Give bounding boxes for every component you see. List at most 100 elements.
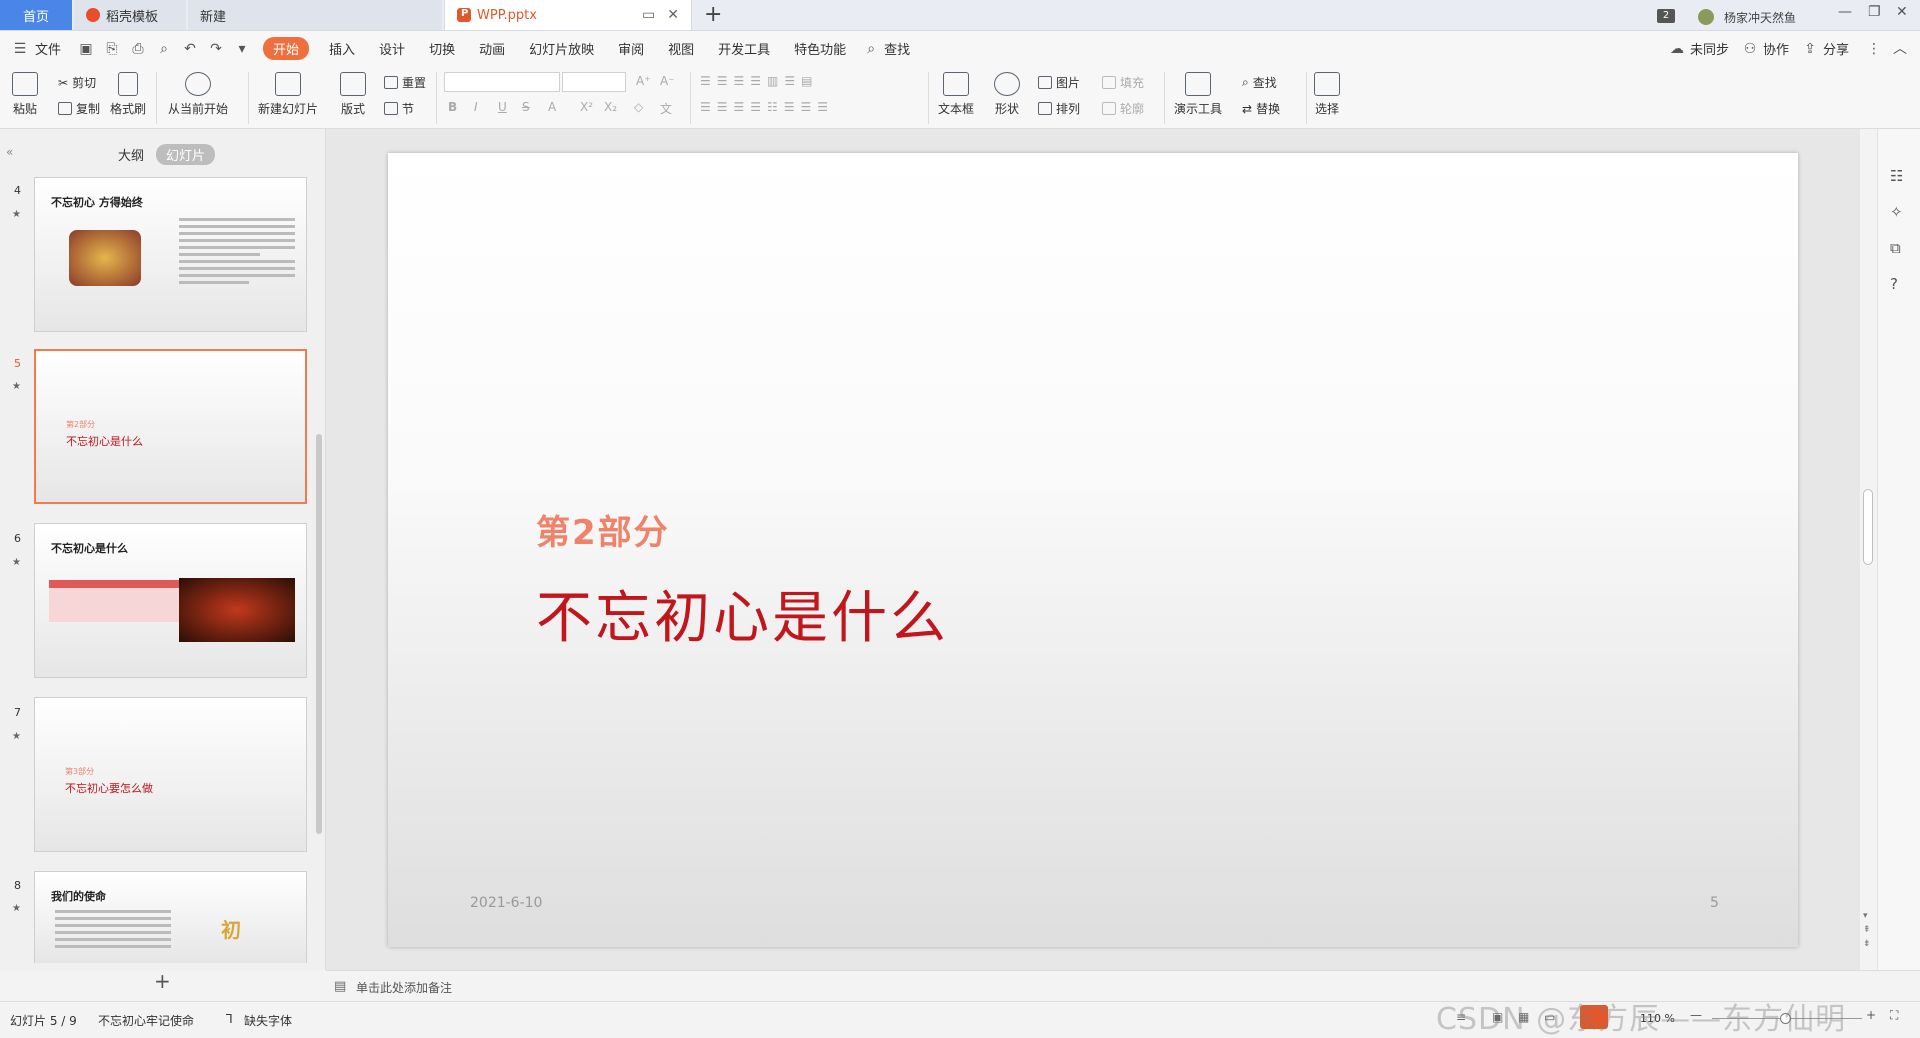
redo-icon[interactable]: ↷: [208, 41, 224, 57]
menu-search[interactable]: 查找: [884, 39, 922, 58]
find-button[interactable]: ⌕ 查找: [1242, 74, 1277, 91]
customize-quick-access-icon[interactable]: ▾: [234, 41, 250, 57]
format-painter-button[interactable]: 格式刷: [110, 72, 146, 117]
fit-window-icon[interactable]: ⛶: [1890, 1008, 1898, 1023]
save-icon[interactable]: ▣: [78, 41, 94, 57]
print-preview-icon[interactable]: ⌕: [156, 41, 172, 57]
close-window-icon[interactable]: ✕: [1896, 4, 1908, 20]
font-size-select[interactable]: [562, 72, 626, 92]
thumb-body-text: [55, 910, 171, 952]
share-button[interactable]: 分享: [1823, 39, 1861, 58]
zoom-in-icon[interactable]: +: [1866, 1008, 1876, 1022]
menu-view[interactable]: 视图: [656, 39, 706, 58]
slide-thumbnail-7[interactable]: 第3部分 不忘初心要怎么做: [34, 697, 307, 852]
close-tab-icon[interactable]: ✕: [667, 7, 679, 23]
picture-button[interactable]: 图片: [1038, 74, 1080, 91]
slide-title[interactable]: 不忘初心是什么: [536, 573, 949, 654]
property-icon[interactable]: ☷: [1890, 167, 1903, 185]
collapse-ribbon-icon[interactable]: ︿: [1892, 41, 1908, 57]
theme-name[interactable]: 不忘初心牢记使命: [98, 1012, 194, 1029]
tab-docer-templates[interactable]: 稻壳模板: [74, 0, 186, 30]
superscript-icon[interactable]: X²: [580, 100, 593, 114]
replace-button[interactable]: ⇄ 替换: [1242, 100, 1280, 117]
font-color-icon[interactable]: A: [548, 100, 556, 114]
menu-design[interactable]: 设计: [367, 39, 417, 58]
menu-file[interactable]: 文件: [33, 39, 73, 58]
cut-button[interactable]: ✂ 剪切: [58, 74, 96, 91]
menu-transition[interactable]: 切换: [417, 39, 467, 58]
italic-icon[interactable]: I: [474, 100, 478, 114]
notes-placeholder[interactable]: 单击此处添加备注: [356, 979, 452, 996]
menu-features[interactable]: 特色功能: [782, 39, 858, 58]
from-current-button[interactable]: 从当前开始: [168, 72, 228, 117]
paste-button[interactable]: 粘贴: [12, 72, 38, 117]
canvas-scrollbar[interactable]: ▾ ⇞ ⇟: [1860, 129, 1876, 970]
pin-icon[interactable]: ▭: [642, 7, 655, 23]
slide-thumbnail-5[interactable]: 第2部分 不忘初心是什么: [34, 349, 307, 504]
window-count-badge[interactable]: 2: [1657, 9, 1675, 23]
tab-slides[interactable]: 幻灯片: [156, 144, 216, 165]
slide-thumbnail-6[interactable]: 不忘初心是什么: [34, 523, 307, 678]
tab-home[interactable]: 首页: [0, 0, 72, 30]
thumb-title: 不忘初心要怎么做: [65, 782, 153, 795]
minimize-icon[interactable]: —: [1838, 4, 1852, 20]
subscript-icon[interactable]: X₂: [604, 100, 617, 114]
add-slide-button[interactable]: +: [154, 969, 171, 993]
collapse-pane-icon[interactable]: «: [6, 145, 13, 159]
paragraph-tools-row2-icon[interactable]: ☰☰☰☰☷☰☰☰: [700, 100, 834, 114]
slide-thumbnail-8[interactable]: 我们的使命 初: [34, 871, 307, 963]
paragraph-tools-row1-icon[interactable]: ☰☰☰☰▥☰▤: [700, 74, 818, 88]
menu-insert[interactable]: 插入: [317, 39, 367, 58]
hamburger-icon[interactable]: ☰: [12, 41, 28, 57]
bold-icon[interactable]: B: [448, 100, 457, 114]
search-icon[interactable]: ⌕: [863, 41, 879, 57]
clear-format-icon[interactable]: ◇: [634, 100, 643, 114]
shapes-icon[interactable]: ⧉: [1890, 239, 1901, 257]
avatar[interactable]: [1698, 9, 1714, 25]
grow-font-icon[interactable]: A⁺: [636, 74, 651, 88]
slide-thumbnail-4[interactable]: 不忘初心 方得始终: [34, 177, 307, 332]
animation-icon[interactable]: ✧: [1890, 203, 1903, 221]
shape-button[interactable]: 形状: [994, 72, 1020, 117]
slide-part-label[interactable]: 第2部分: [536, 505, 670, 554]
textbox-button[interactable]: 文本框: [938, 72, 974, 117]
scroll-nav-icon[interactable]: ▾ ⇞ ⇟: [1863, 909, 1871, 951]
shrink-font-icon[interactable]: A⁻: [660, 74, 675, 88]
export-icon[interactable]: ⎘: [104, 41, 120, 57]
outline-button[interactable]: 轮廓: [1102, 100, 1144, 117]
reset-button[interactable]: 重置: [384, 74, 426, 91]
undo-icon[interactable]: ↶: [182, 41, 198, 57]
help-icon[interactable]: ?: [1890, 275, 1898, 293]
char-spacing-icon[interactable]: 文: [660, 100, 672, 117]
tab-outline[interactable]: 大纲: [118, 145, 144, 164]
menu-developer[interactable]: 开发工具: [706, 39, 782, 58]
current-slide[interactable]: 第2部分 不忘初心是什么 2021-6-10 5: [388, 153, 1798, 947]
layout-button[interactable]: 版式: [340, 72, 366, 117]
canvas-scroll-thumb[interactable]: [1863, 489, 1873, 565]
new-slide-button[interactable]: 新建幻灯片: [258, 72, 318, 117]
copy-button[interactable]: 复制: [58, 100, 100, 117]
select-button[interactable]: 选择: [1314, 72, 1340, 117]
menu-animation[interactable]: 动画: [467, 39, 517, 58]
menu-slideshow[interactable]: 幻灯片放映: [517, 39, 606, 58]
underline-icon[interactable]: U: [498, 100, 507, 114]
menu-home[interactable]: 开始: [263, 37, 310, 60]
missing-font-button[interactable]: 缺失字体: [244, 1012, 292, 1029]
new-tab-button[interactable]: +: [704, 2, 722, 27]
tab-document[interactable]: WPP.pptx ▭ ✕: [444, 0, 692, 30]
arrange-button[interactable]: 排列: [1038, 100, 1080, 117]
user-name[interactable]: 杨家冲天然鱼: [1724, 9, 1796, 26]
menu-review[interactable]: 审阅: [606, 39, 656, 58]
more-icon[interactable]: ⋮: [1866, 41, 1882, 57]
fill-button[interactable]: 填充: [1102, 74, 1144, 91]
font-family-select[interactable]: [444, 72, 560, 92]
present-tools-button[interactable]: 演示工具: [1174, 72, 1222, 117]
sync-status[interactable]: 未同步: [1690, 39, 1737, 58]
tab-new[interactable]: 新建: [188, 0, 442, 30]
section-button[interactable]: 节: [384, 100, 414, 117]
strikethrough-icon[interactable]: S: [522, 100, 530, 114]
collab-button[interactable]: 协作: [1763, 39, 1797, 58]
print-icon[interactable]: ⎙: [130, 41, 146, 57]
slides-pane-scrollbar[interactable]: [316, 434, 322, 834]
restore-icon[interactable]: ❐: [1868, 4, 1881, 20]
